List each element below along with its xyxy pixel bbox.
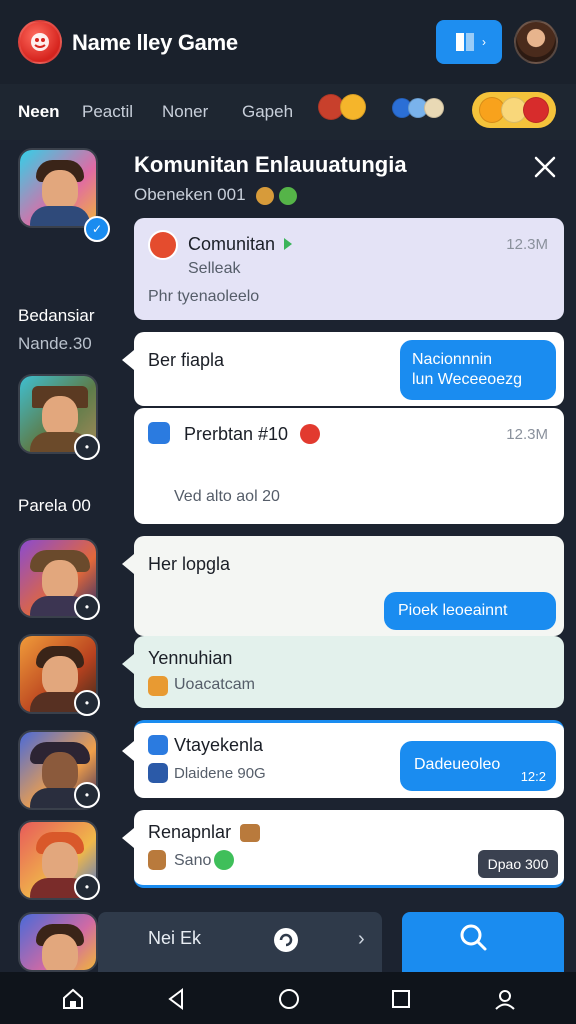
quest-sub-icon	[148, 763, 168, 783]
side-label-2: Parela 00	[18, 496, 91, 515]
emoji-reactions-b[interactable]	[392, 98, 444, 118]
edit-chevron-icon: ›	[482, 35, 486, 49]
community-card[interactable]: Comunitan Selleak Phr tyenaoleelo 12.3M	[134, 218, 564, 320]
community-avatar	[148, 230, 178, 260]
game-logo-icon[interactable]	[18, 20, 62, 64]
event-card[interactable]: Prerbtan #10 12.3M Ved alto aol 20	[134, 408, 564, 524]
app-title: Name lley Game	[72, 30, 238, 55]
tab-gapeh[interactable]: Gapeh	[242, 102, 293, 122]
reward-title: Renapnlar	[148, 822, 232, 842]
status-icon: •	[74, 594, 100, 620]
emoji-reactions-a[interactable]	[318, 94, 366, 120]
refresh-icon[interactable]	[272, 926, 300, 954]
event-body: Ved alto aol 20	[174, 488, 280, 505]
reward-card[interactable]: Renapnlar Sano Dpao 300	[122, 810, 564, 888]
chest-icon	[240, 824, 260, 842]
event-title: Prerbtan #10	[184, 424, 289, 444]
heart-icon	[300, 424, 320, 444]
event-meta: 12.3M	[506, 426, 548, 443]
coin-icon	[214, 850, 234, 870]
message-bubble[interactable]: Pioek leoeainnt	[384, 592, 556, 630]
notice-title: Yennuhian	[148, 648, 233, 668]
notice-card[interactable]: Yennuhian Uoacatcam	[122, 636, 564, 708]
tab-noner[interactable]: Noner	[162, 102, 208, 122]
status-icon: •	[74, 434, 100, 460]
side-label-1: Bedansiar	[18, 306, 95, 325]
message-title: Ber fiapla	[148, 350, 225, 370]
event-icon	[148, 422, 170, 444]
play-icon	[284, 238, 292, 250]
hero-avatar-7[interactable]	[18, 912, 98, 972]
notice-body: Uoacatcam	[174, 676, 255, 693]
reward-chip[interactable]: Dpao 300	[478, 850, 558, 878]
reward-icon	[148, 850, 166, 870]
close-icon[interactable]	[530, 152, 560, 182]
bottom-input-panel	[98, 912, 382, 972]
message-card[interactable]: Ber fiapla Nacionnnin lun Weceeoezg	[122, 332, 564, 406]
message-bubble[interactable]: Nacionnnin lun Weceeoezg	[400, 340, 556, 400]
bottom-input-text[interactable]: Nei Ek	[148, 928, 201, 949]
panel-title: Komunitan Enlauuatungia	[134, 152, 407, 177]
status-icon: •	[74, 874, 100, 900]
quest-body: Dlaidene 90G	[174, 765, 266, 782]
side-sub-1: Nande.30	[18, 334, 92, 353]
quest-icon	[148, 735, 168, 755]
notice-icon	[148, 676, 168, 696]
verified-icon: ✓	[84, 216, 110, 242]
search-icon	[460, 924, 487, 951]
community-subtitle: Selleak	[188, 260, 241, 277]
community-title: Comunitan	[188, 234, 276, 254]
hero-avatar-1[interactable]	[18, 148, 98, 228]
community-body: Phr tyenaoleelo	[148, 288, 260, 305]
edit-icon	[456, 33, 474, 51]
community-meta: 12.3M	[506, 236, 548, 253]
emoji-reaction-pill[interactable]	[472, 92, 556, 128]
quest-card[interactable]: Vtayekenla Dlaidene 90G Dadeueoleo 12:2	[122, 720, 564, 798]
quest-title: Vtayekenla	[174, 735, 264, 755]
reward-body: Sano	[174, 852, 212, 869]
back-icon[interactable]	[164, 986, 190, 1012]
edit-button[interactable]: ›	[436, 20, 502, 64]
quest-bubble[interactable]: Dadeueoleo 12:2	[400, 741, 556, 791]
tab-peactil[interactable]: Peactil	[82, 102, 133, 122]
search-button[interactable]	[402, 912, 564, 972]
status-icon: •	[74, 690, 100, 716]
message-title: Her lopgla	[148, 554, 231, 574]
circle-home-icon[interactable]	[276, 986, 302, 1012]
panel-subtitle: Obeneken 001	[134, 185, 298, 205]
chevron-right-icon[interactable]: ›	[358, 928, 365, 951]
status-icon: •	[74, 782, 100, 808]
user-avatar[interactable]	[514, 20, 558, 64]
profile-icon[interactable]	[492, 986, 518, 1012]
square-recents-icon[interactable]	[388, 986, 414, 1012]
earth-icon	[279, 186, 298, 205]
sparkle-icon	[256, 186, 275, 205]
home-icon[interactable]	[60, 986, 86, 1012]
message-card[interactable]: Her lopgla Pioek leoeainnt	[122, 536, 564, 636]
tab-neen[interactable]: Neen	[18, 102, 60, 122]
